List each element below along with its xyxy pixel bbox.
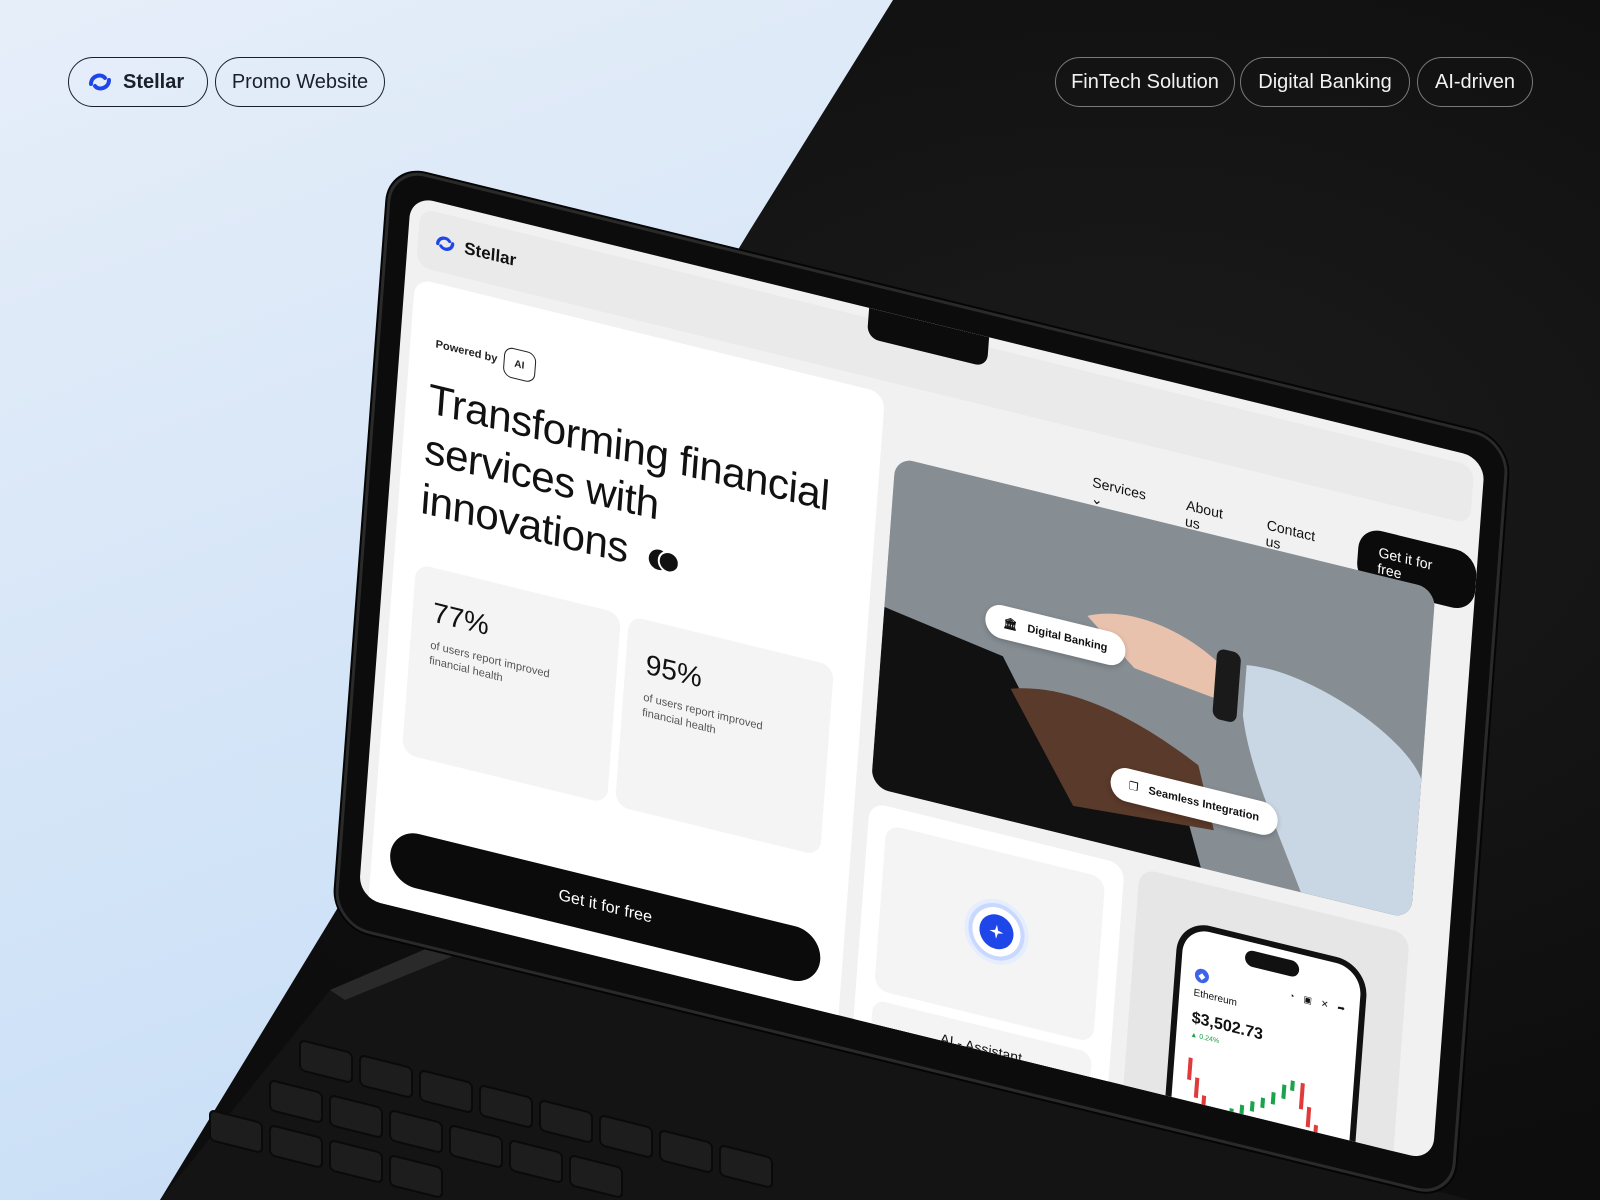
- stat-card: 77% of users report improved financial h…: [401, 563, 622, 804]
- phone-card: ◆ ◔ ▣ ✕ ➦ Ethereum $3,502.73 ▲ 0.24%: [1120, 868, 1410, 1161]
- ai-orb-icon: [970, 901, 1023, 962]
- powered-by: Powered by AI: [435, 329, 537, 384]
- circles-icon: [648, 549, 680, 574]
- dynamic-island: [1244, 949, 1300, 979]
- phone-mockup: ◆ ◔ ▣ ✕ ➦ Ethereum $3,502.73 ▲ 0.24%: [1157, 918, 1369, 1161]
- powered-by-label: Powered by: [435, 338, 498, 366]
- stellar-logo-icon: [436, 236, 455, 251]
- candles-green: [1218, 1080, 1295, 1121]
- bell-icon[interactable]: ◔: [1289, 990, 1295, 1002]
- close-icon[interactable]: ✕: [1321, 998, 1329, 1011]
- copy-icon[interactable]: ▣: [1303, 994, 1312, 1007]
- coin-name: Ethereum: [1193, 987, 1238, 1009]
- ai-sparkle-icon: [978, 910, 1015, 953]
- site-brand[interactable]: Stellar: [463, 238, 517, 271]
- hero-card: Powered by AI Transforming financial ser…: [366, 278, 886, 1044]
- ethereum-icon: ◆: [1194, 967, 1210, 985]
- share-icon[interactable]: ➦: [1337, 1002, 1345, 1015]
- ai-badge: AI: [502, 345, 537, 384]
- layers-icon: ❐: [1128, 779, 1139, 795]
- stat-card: 95% of users report improved financial h…: [614, 615, 835, 856]
- phone-toolbar: ◔ ▣ ✕ ➦: [1289, 990, 1346, 1015]
- bank-icon: 🏛: [1002, 616, 1018, 633]
- hero-headline-text: Transforming financial services with inn…: [419, 374, 831, 573]
- phone-screen: ◆ ◔ ▣ ✕ ➦ Ethereum $3,502.73 ▲ 0.24%: [1164, 925, 1363, 1161]
